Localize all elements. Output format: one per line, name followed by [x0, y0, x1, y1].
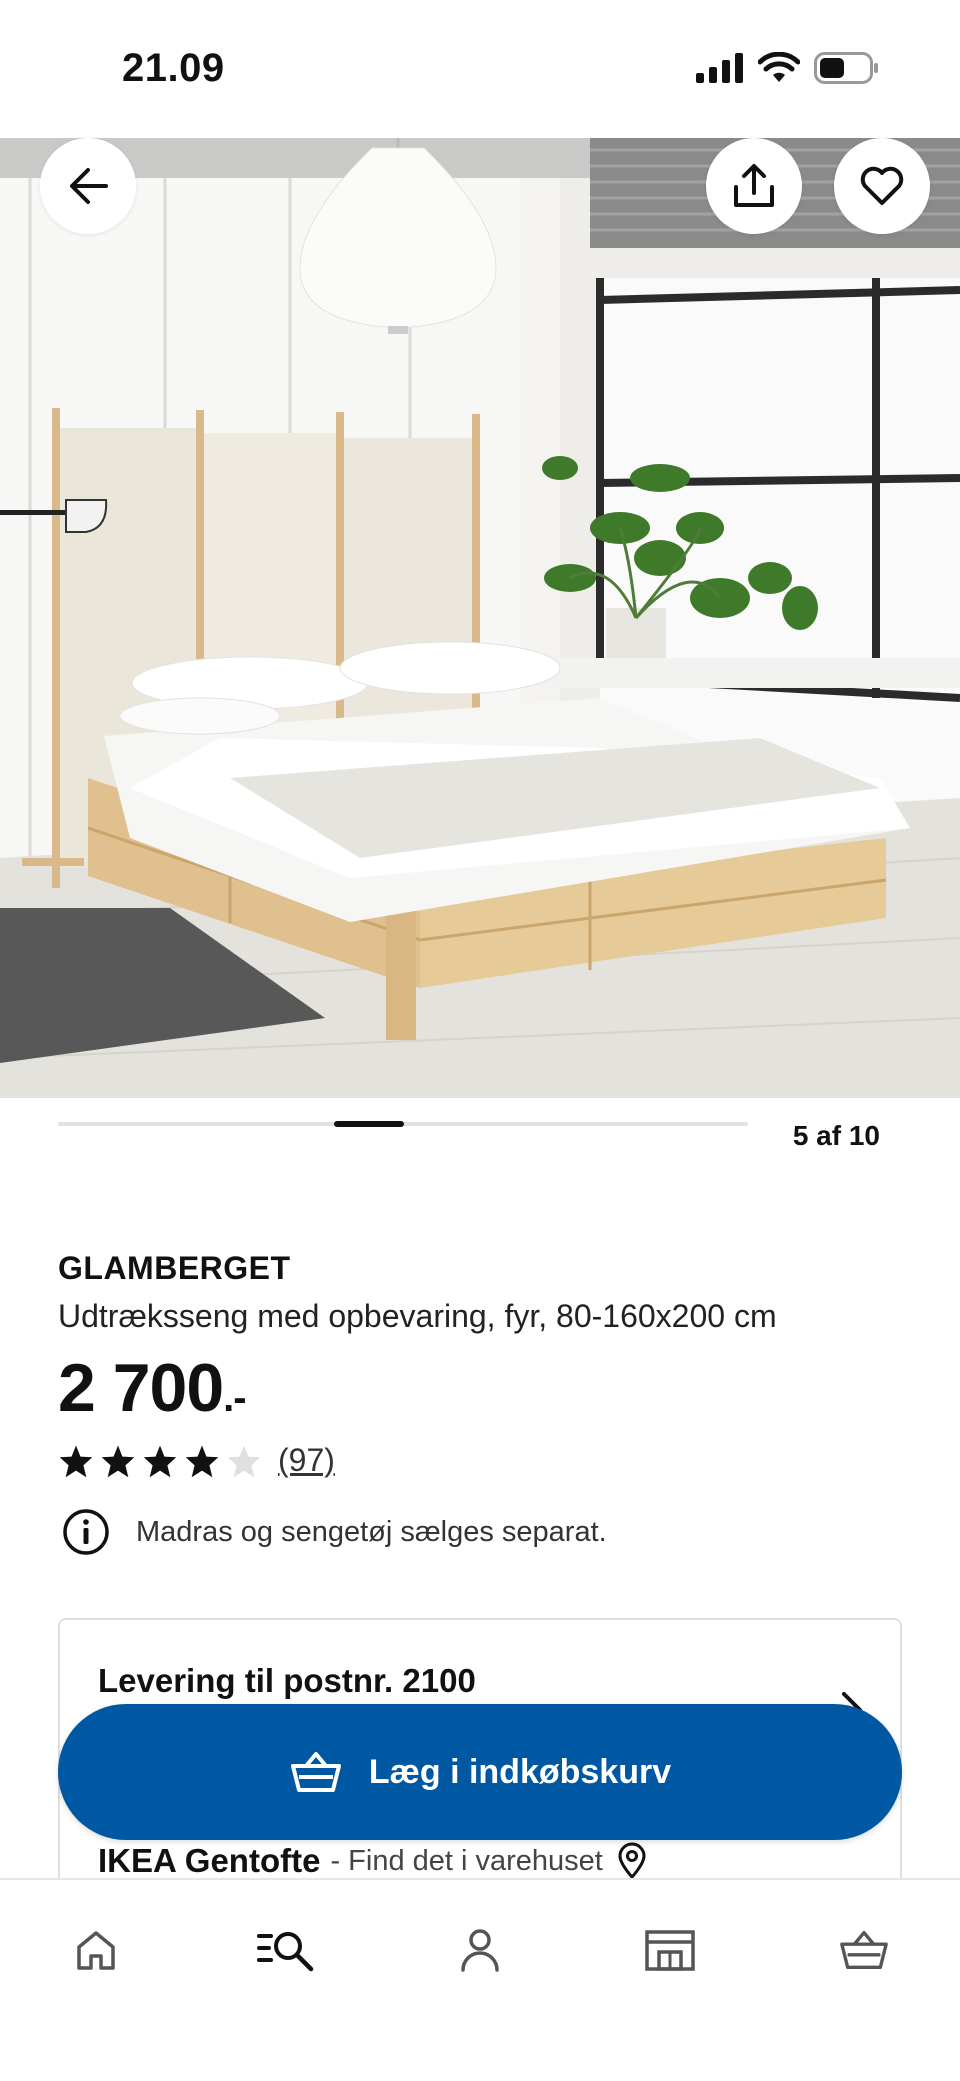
product-photo — [0, 138, 960, 1098]
add-to-basket-label: Læg i indkøbskurv — [368, 1752, 672, 1791]
nav-search[interactable] — [238, 1910, 334, 1990]
share-icon — [734, 164, 774, 207]
rating-stars — [58, 1444, 268, 1478]
status-time: 21.09 — [122, 46, 225, 90]
delivery-title[interactable]: Levering til postnr. 2100 — [98, 1662, 476, 1700]
battery-icon — [814, 52, 878, 84]
basket-icon — [840, 1930, 888, 1970]
back-arrow-icon — [70, 168, 108, 204]
back-button[interactable] — [40, 138, 136, 234]
status-icons — [696, 52, 880, 84]
favourite-button[interactable] — [834, 138, 930, 234]
carousel-counter: 5 af 10 — [792, 1120, 880, 1151]
cellular-signal-icon — [696, 53, 743, 83]
store-availability[interactable]: IKEA Gentofte - Find det i varehuset — [98, 1842, 647, 1880]
product-name: GLAMBERGET — [58, 1250, 291, 1286]
product-image[interactable] — [0, 138, 960, 1098]
info-note: Madras og sengetøj sælges separat. — [62, 1508, 607, 1556]
nav-account[interactable] — [432, 1910, 528, 1990]
image-carousel-progress[interactable] — [58, 1121, 748, 1127]
nav-basket[interactable] — [816, 1910, 912, 1990]
info-text: Madras og sengetøj sælges separat. — [136, 1515, 607, 1548]
bottom-navigation — [0, 1878, 960, 2081]
heart-icon — [860, 166, 904, 205]
nav-stores[interactable] — [622, 1910, 718, 1990]
star-filled-icon — [185, 1444, 219, 1477]
store-icon — [645, 1930, 695, 1971]
wifi-icon — [758, 52, 800, 82]
add-to-basket-button[interactable]: Læg i indkøbskurv — [58, 1704, 902, 1840]
home-icon — [77, 1931, 115, 1970]
product-description: Udtræksseng med opbevaring, fyr, 80-160x… — [58, 1298, 777, 1334]
nav-home[interactable] — [48, 1910, 144, 1990]
star-filled-icon — [143, 1444, 177, 1477]
search-list-icon — [257, 1932, 314, 1972]
review-count-link[interactable]: (97) — [278, 1442, 335, 1479]
carousel-thumb — [334, 1121, 404, 1127]
store-name: IKEA Gentofte — [98, 1842, 321, 1879]
rating-row[interactable]: (97) — [58, 1442, 335, 1479]
price-suffix: .- — [223, 1376, 246, 1420]
location-pin-icon — [618, 1842, 646, 1880]
product-price: 2 700.- — [58, 1348, 247, 1438]
star-empty-icon — [227, 1444, 261, 1477]
star-filled-icon — [101, 1444, 135, 1477]
info-icon — [63, 1509, 109, 1555]
share-button[interactable] — [706, 138, 802, 234]
basket-icon — [290, 1752, 341, 1792]
price-value: 2 700 — [58, 1350, 224, 1426]
account-icon — [461, 1929, 499, 1972]
store-sub: - Find det i varehuset — [330, 1844, 603, 1877]
status-bar: 21.09 — [0, 0, 960, 138]
star-filled-icon — [59, 1444, 93, 1477]
